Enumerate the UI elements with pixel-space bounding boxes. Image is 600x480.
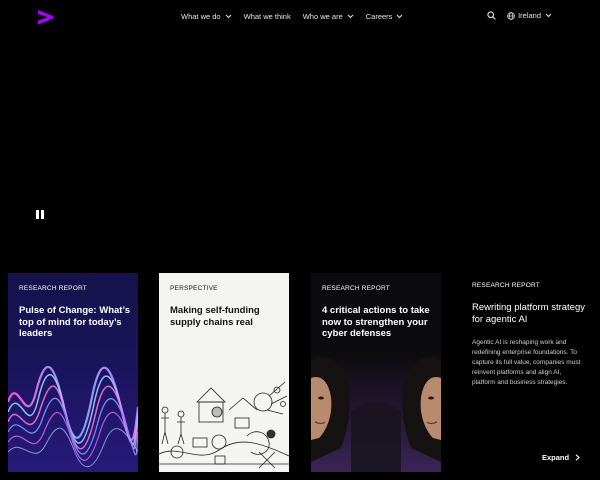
menu-item-what-we-do[interactable]: What we do [181,12,232,21]
feature-description: Agentic AI is reshaping work and redefin… [472,339,581,386]
card-title: 4 critical actions to take now to streng… [322,305,430,339]
search-icon[interactable] [487,11,496,20]
top-navigation: What we do What we think Who we are Care… [0,0,600,34]
menu-item-label: What we do [181,12,221,21]
greater-than-logo-icon[interactable] [36,9,54,25]
card-title: Pulse of Change: What’s top of mind for … [19,305,131,339]
feature-panel: RESEARCH REPORT Rewriting platform strat… [472,273,590,472]
card-tag: RESEARCH REPORT [322,285,390,292]
menu-item-careers[interactable]: Careers [366,12,404,21]
menu-item-what-we-think[interactable]: What we think [244,12,291,21]
content-card[interactable]: RESEARCH REPORT 4 critical actions to ta… [311,273,441,472]
globe-icon [507,11,515,20]
region-label: Ireland [518,11,541,20]
nav-utilities: Ireland [487,11,552,20]
pause-icon [36,210,39,219]
neon-waves-image [8,365,138,468]
menu-item-who-we-are[interactable]: Who we are [303,12,354,21]
mirrored-faces-image [311,352,441,472]
menu-item-label: Careers [365,12,393,21]
pause-button[interactable] [36,210,44,219]
chevron-down-icon [225,14,231,19]
menu-item-label: Who we are [302,12,343,21]
chevron-right-icon [575,454,580,461]
menu-item-label: What we think [243,12,291,21]
content-card[interactable]: RESEARCH REPORT Pulse of Change: What’s … [8,273,138,472]
card-title: Making self-funding supply chains real [170,305,260,328]
chevron-down-icon [545,13,552,18]
expand-button[interactable]: Expand [542,453,580,462]
card-tag: RESEARCH REPORT [19,285,87,292]
region-selector[interactable]: Ireland [507,11,552,20]
card-tag: PERSPECTIVE [170,285,218,292]
line-drawing-illustration [159,381,289,469]
feature-tag: RESEARCH REPORT [472,282,540,289]
feature-title[interactable]: Rewriting platform strategy for agentic … [472,302,588,326]
expand-label: Expand [542,453,570,462]
content-card[interactable]: PERSPECTIVE Making self-funding supply c… [159,273,289,472]
chevron-down-icon [347,14,354,19]
chevron-down-icon [397,14,403,19]
main-menu: What we do What we think Who we are Care… [181,12,415,21]
